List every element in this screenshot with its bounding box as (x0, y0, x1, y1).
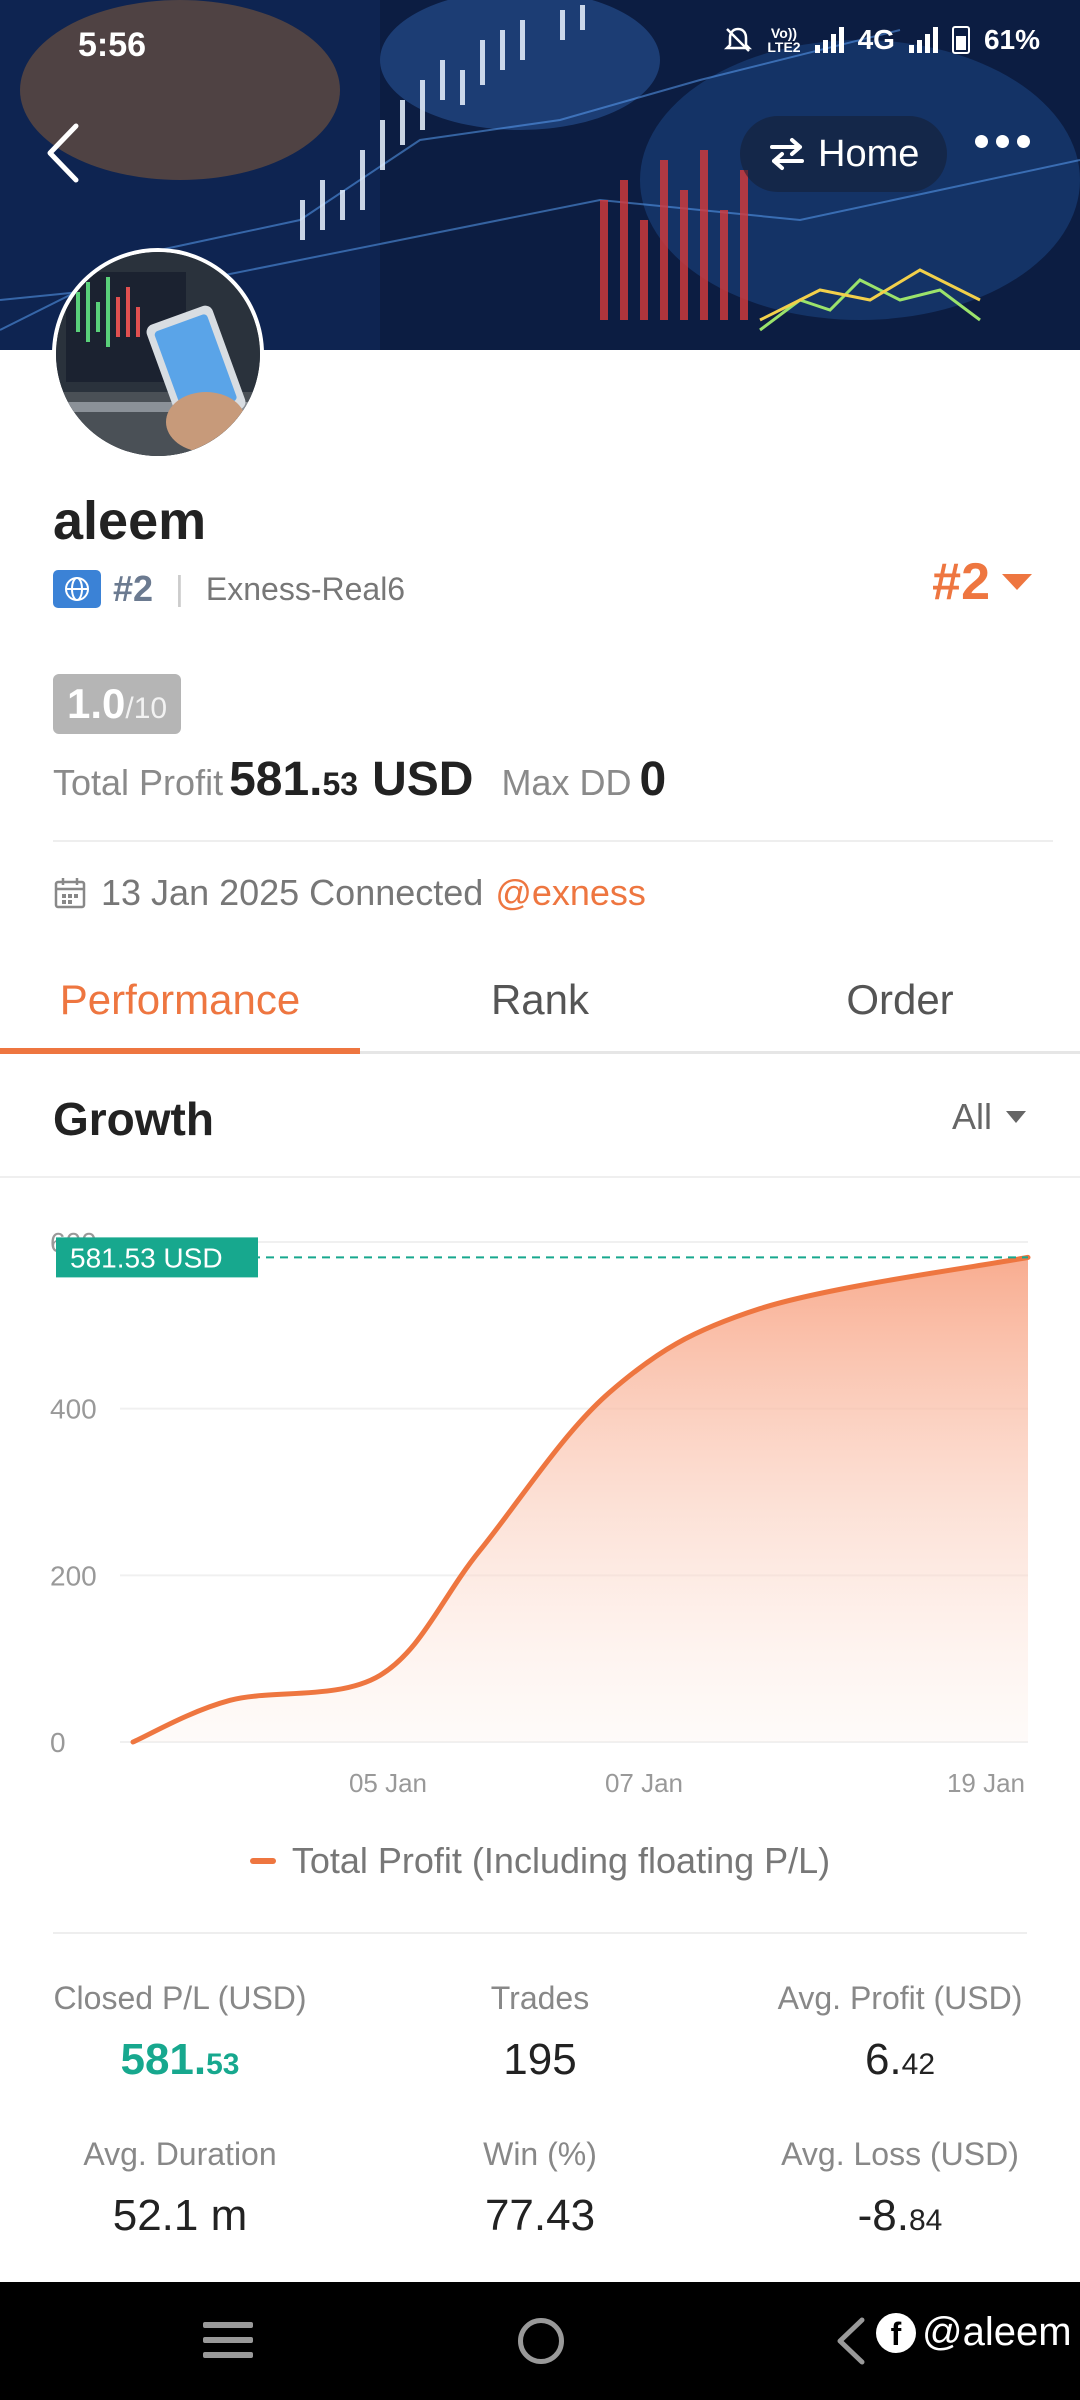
status-bar: 5:56 Vo)) LTE2 4G 61% (0, 0, 1080, 90)
system-nav-bar: f @aleem (0, 2282, 1080, 2400)
stat-avg-profit: Avg. Profit (USD) 6.42 (777, 1980, 1023, 2084)
facebook-icon: f (876, 2312, 916, 2353)
stat-avg-duration: Avg. Duration 52.1 m (83, 2136, 277, 2240)
profile-name: aleem (53, 491, 207, 551)
legend-label: Total Profit (Including floating P/L) (291, 1840, 831, 1881)
x-tick-label: 19 Jan (947, 1768, 1025, 1798)
max-dd-value: 0 (639, 753, 667, 806)
x-tick-label: 07 Jan (605, 1768, 683, 1798)
legend-swatch (249, 1858, 276, 1864)
stat-win-pct: Win (%) 77.43 (483, 2136, 597, 2240)
volte-indicator: Vo)) LTE2 (767, 25, 801, 55)
signal-icon (814, 27, 844, 53)
chevron-left-icon[interactable] (40, 118, 90, 188)
stat-trades: Trades 195 (490, 1980, 590, 2084)
signal-icon-2 (908, 27, 938, 53)
current-value-label: 581.53 USD (70, 1242, 223, 1273)
y-tick-label: 200 (50, 1560, 97, 1591)
network-type: 4G (857, 24, 895, 55)
stat-avg-loss: Avg. Loss (USD) -8.84 (781, 2136, 1019, 2240)
growth-header: Growth All (0, 1056, 1080, 1178)
avatar-image (56, 252, 260, 456)
home-circle-icon[interactable] (518, 2318, 564, 2364)
growth-filter-dropdown[interactable]: All (952, 1096, 1026, 1138)
max-dd-label: Max DD (501, 762, 632, 803)
battery-level: 61% (983, 24, 1040, 55)
profile-meta: #2 | Exness-Real6 (53, 568, 405, 610)
status-time: 5:56 (78, 26, 147, 64)
tab-bar: Performance Rank Order (0, 960, 1080, 1054)
avatar (52, 248, 264, 460)
home-label: Home (818, 132, 920, 175)
chart-legend: Total Profit (Including floating P/L) (0, 1840, 1080, 1882)
profit-summary: Total Profit 581.53 USD Max DD 0 (53, 752, 666, 807)
calendar-icon (54, 878, 86, 909)
broker-link[interactable]: @exness (495, 872, 646, 914)
growth-title: Growth (53, 1093, 214, 1145)
tab-rank[interactable]: Rank (360, 976, 720, 1024)
growth-filter-value: All (951, 1096, 992, 1137)
rank-badge: #2 (113, 568, 154, 609)
more-dots-icon[interactable] (975, 135, 1030, 148)
total-profit-value: 581.53 (229, 753, 359, 806)
caret-down-icon (1002, 574, 1032, 590)
y-tick-label: 400 (50, 1394, 97, 1425)
divider (53, 1932, 1027, 1934)
recent-apps-icon[interactable] (203, 2322, 253, 2367)
growth-chart: 0200400600 581.53 USD 05 Jan07 Jan19 Jan (50, 1227, 1031, 1798)
tab-performance[interactable]: Performance (0, 976, 360, 1024)
battery-icon (951, 26, 970, 54)
home-button[interactable]: Home (740, 116, 948, 192)
divider (53, 840, 1053, 842)
swap-arrows-icon (770, 138, 804, 170)
total-profit-label: Total Profit (53, 762, 224, 803)
tab-order[interactable]: Order (720, 976, 1080, 1024)
rank-value: #2 (932, 553, 990, 611)
bell-off-icon (724, 27, 753, 52)
watermark: f @aleem (876, 2310, 1072, 2355)
y-tick-label: 0 (50, 1727, 66, 1758)
score-max: /10 (125, 692, 168, 725)
server-name: Exness-Real6 (205, 570, 406, 607)
total-profit-unit: USD (372, 753, 474, 806)
score-value: 1.0 (67, 680, 126, 727)
stat-closed-pl: Closed P/L (USD) 581.53 (53, 1980, 307, 2084)
watermark-text: @aleem (922, 2310, 1072, 2354)
tab-indicator (0, 1048, 360, 1054)
x-tick-label: 05 Jan (349, 1768, 427, 1798)
growth-area (133, 1257, 1028, 1742)
globe-icon (53, 570, 101, 608)
caret-down-icon (1006, 1111, 1026, 1123)
connected-date: 13 Jan 2025 Connected (101, 872, 484, 913)
nav-back-icon[interactable] (832, 2316, 868, 2366)
score-badge: 1.0 /10 (53, 674, 182, 734)
meta-divider: | (175, 569, 184, 608)
rank-dropdown[interactable]: #2 (932, 552, 1032, 612)
connection-info: 13 Jan 2025 Connected @exness (53, 872, 646, 914)
